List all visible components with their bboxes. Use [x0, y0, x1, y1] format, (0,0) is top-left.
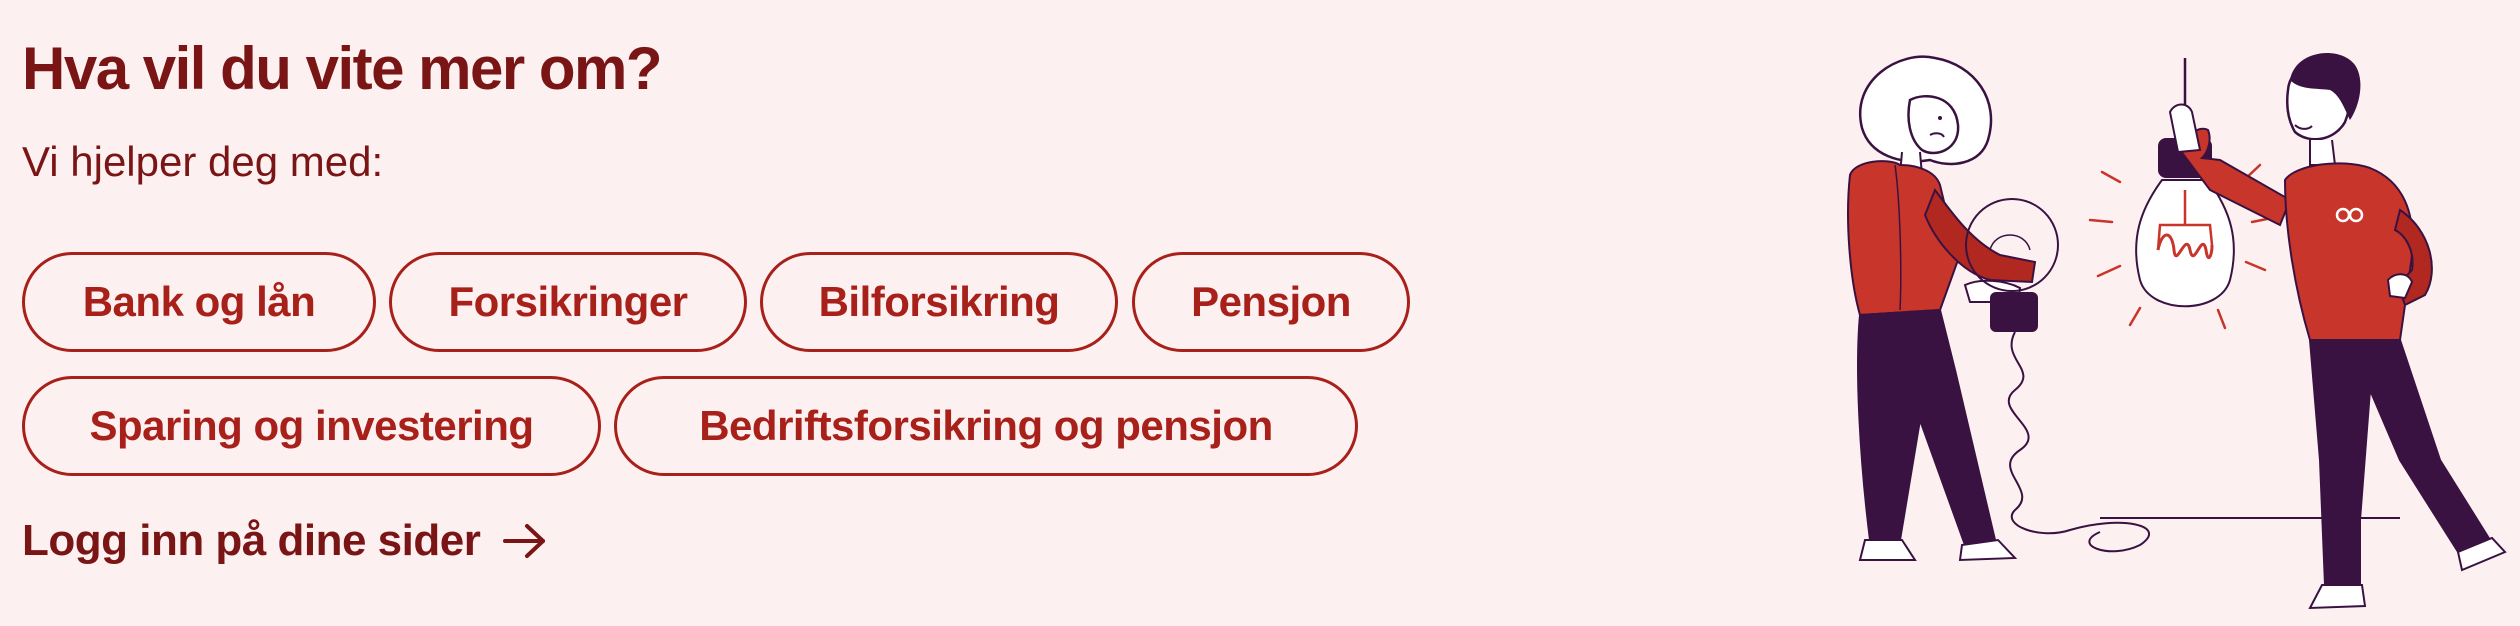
- topic-chip-bank-og-lan[interactable]: Bank og lån: [22, 252, 376, 352]
- section-title: Hva vil du vite mer om?: [22, 35, 663, 102]
- arrow-right-icon: [503, 524, 546, 558]
- topic-chip-bedriftsforsikring-og-pensjon[interactable]: Bedriftsforsikring og pensjon: [614, 376, 1358, 476]
- topic-chip-sparing-og-investering[interactable]: Sparing og investering: [22, 376, 601, 476]
- man-figure: [2168, 53, 2507, 610]
- lightbulb-illustration: [1847, 53, 2507, 610]
- topic-chip-pensjon[interactable]: Pensjon: [1132, 252, 1410, 352]
- topic-chip-forsikringer[interactable]: Forsikringer: [389, 252, 747, 352]
- topic-chip-bilforsikring[interactable]: Bilforsikring: [760, 252, 1118, 352]
- topics-section: Hva vil du vite mer om? Vi hjelper deg m…: [22, 0, 1522, 626]
- section-subtitle: Vi hjelper deg med:: [22, 138, 384, 185]
- login-link[interactable]: Logg inn på dine sider: [22, 516, 548, 566]
- login-link-label: Logg inn på dine sider: [22, 516, 481, 565]
